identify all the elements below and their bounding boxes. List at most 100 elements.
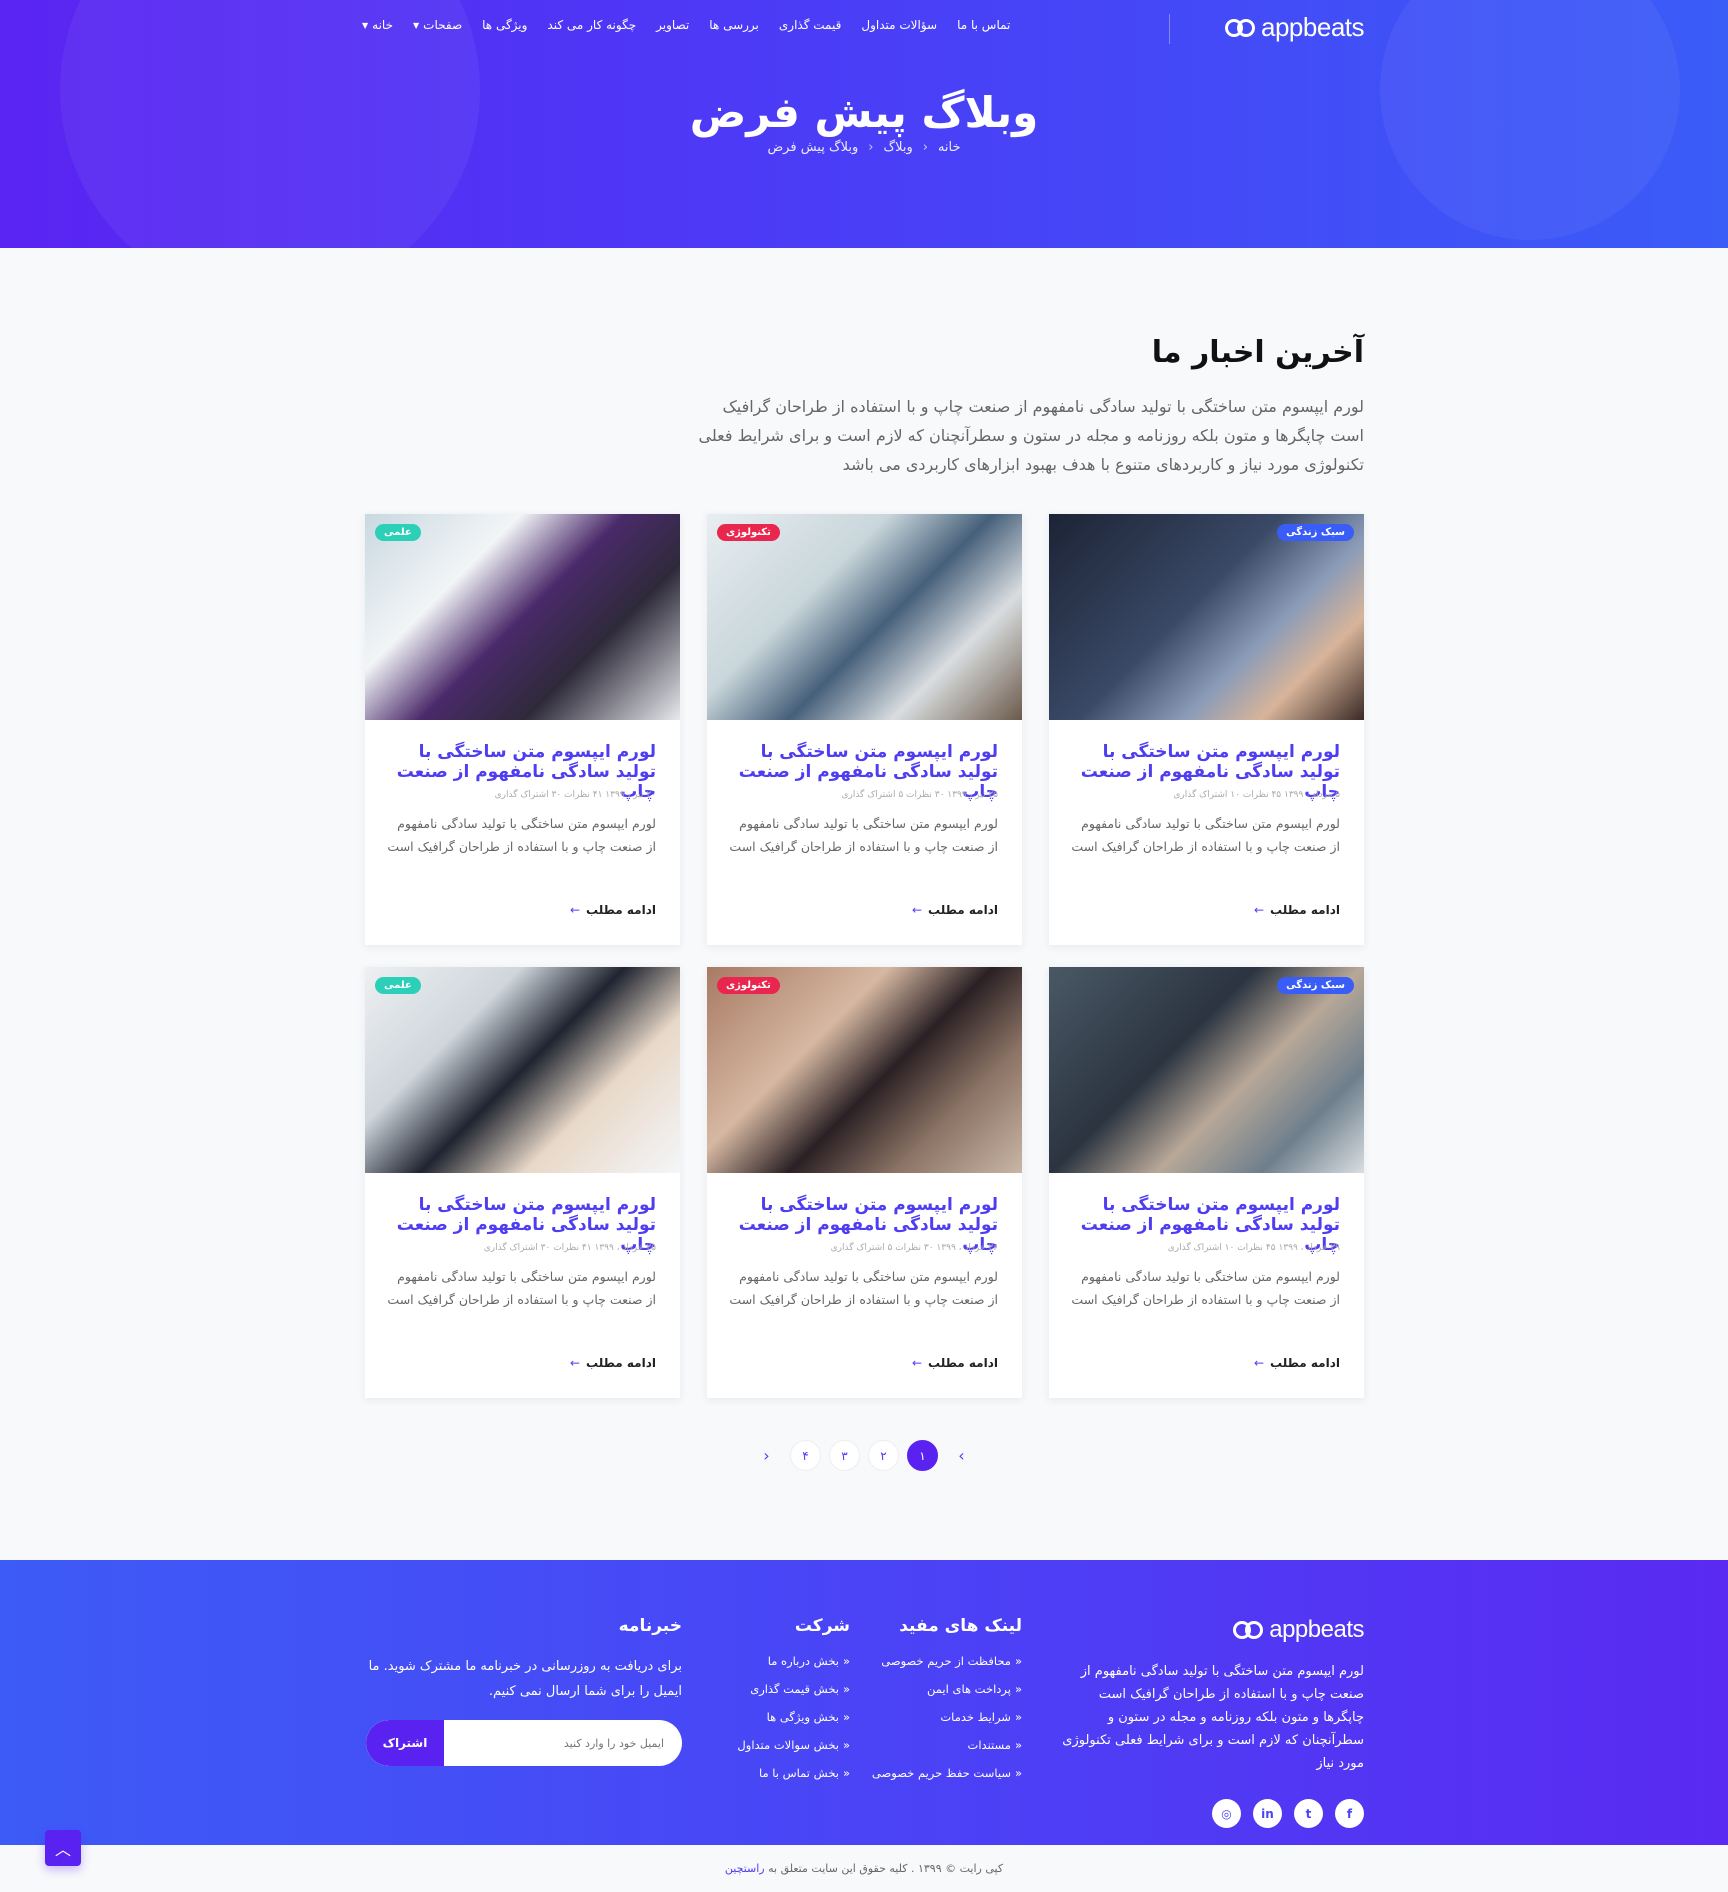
category-badge[interactable]: تکنولوژی	[717, 524, 780, 541]
read-more-link[interactable]: ادامه مطلب ←	[570, 1356, 656, 1370]
read-more-link[interactable]: ادامه مطلب ←	[912, 1356, 998, 1370]
footer-link[interactable]: «بخش ویژگی ها	[710, 1710, 850, 1724]
top-navigation: appbeats خانه ▼ صفحات ▼ ویژگی ها چگونه کار می…	[362, 0, 1364, 52]
subscribe-button[interactable]: اشتراک	[366, 1720, 444, 1766]
page-button-4[interactable]: ۴	[790, 1440, 821, 1471]
footer-link-label: بخش قیمت گذاری	[750, 1682, 839, 1696]
blog-card-meta: ۲۹ خرداد ، ۱۳۹۹ ۴۵ نظرات ۱۰ اشتراک گذاری	[1167, 1243, 1340, 1253]
blog-card-title[interactable]: لورم ایپسوم متن ساختگی با تولید سادگی نا…	[387, 742, 656, 802]
facebook-icon[interactable]: f	[1335, 1799, 1364, 1828]
nav-item-0[interactable]: خانه ▼	[362, 18, 393, 32]
footer-company: شرکت «بخش درباره ما «بخش قیمت گذاری «بخش و…	[710, 1616, 850, 1794]
blog-card-image[interactable]: سبک زندگی	[1049, 967, 1364, 1173]
back-to-top-icon[interactable]: ︿	[45, 1830, 81, 1866]
blog-card-excerpt: لورم ایپسوم متن ساختگی با تولید سادگی نا…	[729, 816, 998, 854]
twitter-icon[interactable]: t	[1294, 1799, 1323, 1828]
read-more-link[interactable]: ادامه مطلب ←	[1254, 903, 1340, 917]
double-chevron-icon: «	[1014, 1766, 1022, 1780]
double-chevron-icon: «	[1014, 1710, 1022, 1724]
breadcrumb-blog[interactable]: وبلاگ	[883, 140, 912, 155]
newsletter-title: خبرنامه	[618, 1616, 682, 1636]
nav-item-2[interactable]: ویژگی ها	[482, 18, 527, 32]
category-badge[interactable]: تکنولوژی	[717, 977, 780, 994]
read-more-link[interactable]: ادامه مطلب ←	[912, 903, 998, 917]
nav-item-8[interactable]: تماس با ما	[957, 18, 1010, 32]
blog-card-image[interactable]: تکنولوژی	[707, 967, 1022, 1173]
social-links: f t in ◎	[1054, 1799, 1364, 1828]
linkedin-icon[interactable]: in	[1253, 1799, 1282, 1828]
blog-card-excerpt: لورم ایپسوم متن ساختگی با تولید سادگی نا…	[387, 816, 656, 854]
footer-link[interactable]: «مستندات	[862, 1738, 1022, 1752]
blog-card-image[interactable]: علمی	[365, 967, 680, 1173]
footer-link-label: بخش ویژگی ها	[766, 1710, 839, 1724]
blog-card[interactable]: علمی لورم ایپسوم متن ساختگی با تولید سادگ…	[365, 514, 680, 945]
breadcrumb-current: وبلاگ پیش فرض	[767, 140, 859, 155]
blog-card-title[interactable]: لورم ایپسوم متن ساختگی با تولید سادگی نا…	[729, 1195, 998, 1255]
page-title: وبلاگ پیش فرض	[689, 88, 1039, 137]
footer-link[interactable]: «سیاست حفظ حریم خصوصی	[862, 1766, 1022, 1780]
nav-item-label: خانه	[372, 18, 394, 32]
blog-card-title[interactable]: لورم ایپسوم متن ساختگی با تولید سادگی نا…	[387, 1195, 656, 1255]
footer-link[interactable]: «پرداخت های ایمن	[862, 1682, 1022, 1696]
footer-link[interactable]: «بخش سوالات متداول	[710, 1738, 850, 1752]
blog-card-body: لورم ایپسوم متن ساختگی با تولید سادگی نا…	[365, 720, 680, 882]
nav-item-3[interactable]: چگونه کار می کند	[547, 18, 636, 32]
blog-card-image[interactable]: سبک زندگی	[1049, 514, 1364, 720]
footer-link[interactable]: «محافظت از حریم خصوصی	[862, 1654, 1022, 1668]
nav-item-6[interactable]: قیمت گذاری	[779, 18, 841, 32]
nav-item-5[interactable]: بررسی ها	[709, 18, 759, 32]
pagination-prev-icon[interactable]: ‹	[751, 1440, 782, 1471]
site-logo[interactable]: appbeats	[1225, 12, 1364, 43]
footer-link[interactable]: «شرایط خدمات	[862, 1710, 1022, 1724]
blog-card-image[interactable]: تکنولوژی	[707, 514, 1022, 720]
email-input[interactable]	[444, 1720, 682, 1766]
category-badge[interactable]: علمی	[375, 977, 421, 994]
read-more-link[interactable]: ادامه مطلب ←	[570, 903, 656, 917]
nav-item-1[interactable]: صفحات ▼	[413, 18, 462, 32]
page-button-1[interactable]: ۱	[907, 1440, 938, 1471]
footer-link-label: بخش درباره ما	[767, 1654, 839, 1668]
blog-card-title[interactable]: لورم ایپسوم متن ساختگی با تولید سادگی نا…	[1071, 1195, 1340, 1255]
news-section-header: آخرین اخبار ما لورم ایپسوم متن ساختگی با…	[684, 335, 1364, 479]
category-badge[interactable]: سبک زندگی	[1277, 977, 1354, 994]
category-badge[interactable]: علمی	[375, 524, 421, 541]
blog-card-title[interactable]: لورم ایپسوم متن ساختگی با تولید سادگی نا…	[729, 742, 998, 802]
blog-card-meta: ۲۰ تیر ، ۱۳۹۹ ۴۱ نظرات ۳۰ اشتراک گذاری	[494, 790, 656, 800]
blog-card[interactable]: سبک زندگی لورم ایپسوم متن ساختگی با تولید…	[1049, 967, 1364, 1398]
nav-item-label: ویژگی ها	[482, 18, 528, 32]
blog-card-excerpt: لورم ایپسوم متن ساختگی با تولید سادگی نا…	[1071, 816, 1340, 854]
dribbble-icon[interactable]: ◎	[1212, 1799, 1241, 1828]
nav-item-7[interactable]: سؤالات متداول	[861, 18, 937, 32]
footer-logo[interactable]: appbeats	[1054, 1616, 1364, 1644]
blog-card-title[interactable]: لورم ایپسوم متن ساختگی با تولید سادگی نا…	[1071, 742, 1340, 802]
breadcrumb-home[interactable]: خانه	[938, 140, 961, 155]
logo-icon	[1233, 1619, 1265, 1641]
arrow-left-icon: ←	[569, 903, 580, 917]
caret-down-icon: ▼	[413, 20, 420, 30]
footer-link[interactable]: «بخش قیمت گذاری	[710, 1682, 850, 1696]
double-chevron-icon: «	[1014, 1738, 1022, 1752]
nav-item-4[interactable]: تصاویر	[656, 18, 689, 32]
copyright-text: کپی رایت © ۱۳۹۹ . کلیه حقوق این سایت متع…	[768, 1862, 1004, 1875]
blog-card[interactable]: سبک زندگی لورم ایپسوم متن ساختگی با تولید…	[1049, 514, 1364, 945]
arrow-left-icon: ←	[1253, 1356, 1264, 1370]
nav-item-label: تماس با ما	[957, 18, 1011, 32]
blog-card[interactable]: تکنولوژی لورم ایپسوم متن ساختگی با تولید …	[707, 967, 1022, 1398]
page-button-3[interactable]: ۳	[829, 1440, 860, 1471]
blog-card-meta: ۲۵ خرداد ، ۱۳۹۹ ۴۱ نظرات ۳۰ اشتراک گذاری	[483, 1243, 656, 1253]
blog-card[interactable]: تکنولوژی لورم ایپسوم متن ساختگی با تولید …	[707, 514, 1022, 945]
useful-links-list: «محافظت از حریم خصوصی «پرداخت های ایمن «شر…	[862, 1654, 1022, 1780]
pagination-next-icon[interactable]: ›	[946, 1440, 977, 1471]
category-badge[interactable]: سبک زندگی	[1277, 524, 1354, 541]
page-button-2[interactable]: ۲	[868, 1440, 899, 1471]
footer-link[interactable]: «بخش درباره ما	[710, 1654, 850, 1668]
footer-link[interactable]: «بخش تماس با ما	[710, 1766, 850, 1780]
blog-card-excerpt: لورم ایپسوم متن ساختگی با تولید سادگی نا…	[729, 1269, 998, 1307]
footer-link-label: پرداخت های ایمن	[927, 1682, 1011, 1696]
read-more-label: ادامه مطلب	[1270, 903, 1340, 917]
nav-divider	[1169, 14, 1170, 44]
read-more-link[interactable]: ادامه مطلب ←	[1254, 1356, 1340, 1370]
blog-card-image[interactable]: علمی	[365, 514, 680, 720]
blog-card[interactable]: علمی لورم ایپسوم متن ساختگی با تولید سادگ…	[365, 967, 680, 1398]
copyright-brand-link[interactable]: راستچین	[725, 1862, 765, 1875]
